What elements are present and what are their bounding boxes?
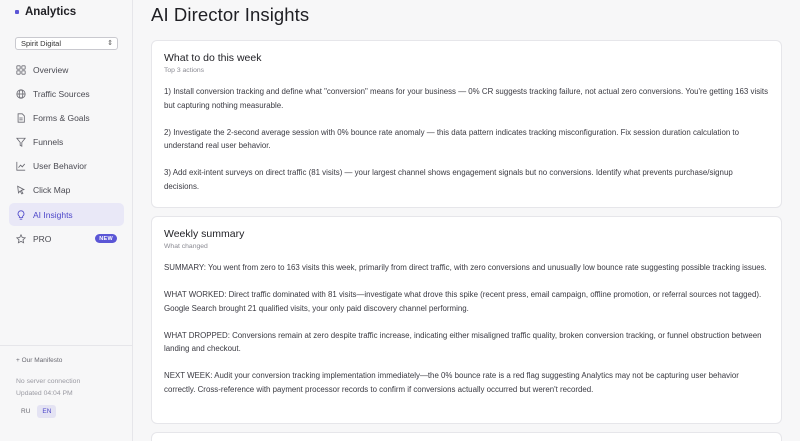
- sidebar-item-label: Funnels: [33, 137, 64, 148]
- sidebar-item-funnels[interactable]: Funnels: [9, 131, 124, 154]
- star-icon: [16, 233, 26, 244]
- brand-logo-icon: [15, 10, 19, 14]
- card-title: What to do this week: [164, 52, 262, 64]
- document-icon: [17, 113, 25, 123]
- connection-status: No server connection Updated 04:04 PM: [16, 376, 80, 400]
- card-body: 1) Install conversion tracking and defin…: [164, 85, 769, 193]
- language-switcher: RU EN: [16, 405, 57, 418]
- chevron-updown-icon: ⇕: [107, 40, 113, 47]
- sidebar-item-label: Forms & Goals: [33, 112, 90, 123]
- todo-card: What to do this week Top 3 actions 1) In…: [151, 40, 782, 208]
- sidebar-item-label: Traffic Sources: [33, 88, 90, 99]
- sidebar-item-label: PRO: [33, 233, 52, 244]
- brand-name: Analytics: [25, 6, 77, 18]
- sidebar-item-pro[interactable]: PRO NEW: [9, 227, 124, 250]
- cursor-icon: [17, 185, 25, 195]
- action-item: 3) Add exit-intent surveys on direct tra…: [164, 168, 733, 191]
- card-subtitle: Top 3 actions: [164, 67, 205, 74]
- action-item: 1) Install conversion tracking and defin…: [164, 87, 769, 110]
- lightbulb-icon: [17, 210, 25, 220]
- page-title: AI Director Insights: [151, 4, 310, 25]
- card-body: SUMMARY: You went from zero to 163 visit…: [164, 261, 769, 396]
- sidebar: Analytics Spirit Digital ⇕ Overview Traf…: [0, 0, 133, 441]
- sidebar-item-click-map[interactable]: Click Map: [9, 179, 124, 202]
- sidebar-item-user-behavior[interactable]: User Behavior: [9, 155, 124, 178]
- site-selector[interactable]: Spirit Digital ⇕: [15, 37, 118, 50]
- updated-time: Updated 04:04 PM: [16, 390, 73, 397]
- sidebar-nav: Overview Traffic Sources Forms & Goals F…: [9, 58, 124, 252]
- lang-en-button[interactable]: EN: [37, 405, 57, 418]
- main-content: AI Director Insights What to do this wee…: [133, 0, 800, 441]
- summary-paragraph: NEXT WEEK: Audit your conversion trackin…: [164, 371, 739, 394]
- summary-paragraph: WHAT WORKED: Direct traffic dominated wi…: [164, 290, 762, 313]
- globe-icon: [16, 89, 26, 99]
- funnel-icon: [16, 137, 26, 147]
- action-item: 2) Investigate the 2-second average sess…: [164, 127, 740, 151]
- weekly-summary-card: Weekly summary What changed SUMMARY: You…: [151, 216, 782, 424]
- connection-text: No server connection: [16, 378, 81, 385]
- site-selector-value: Spirit Digital: [21, 39, 62, 48]
- grid-icon: [16, 64, 26, 75]
- card-subtitle: What changed: [164, 243, 208, 250]
- sidebar-item-traffic-sources[interactable]: Traffic Sources: [9, 82, 124, 105]
- sidebar-divider: [0, 345, 133, 346]
- sidebar-item-forms-goals[interactable]: Forms & Goals: [9, 106, 124, 129]
- lang-ru-button[interactable]: RU: [16, 405, 35, 418]
- sidebar-item-overview[interactable]: Overview: [9, 58, 124, 81]
- manifesto-link[interactable]: + Our Manifesto: [16, 357, 62, 364]
- new-badge: NEW: [95, 234, 117, 244]
- sidebar-item-label: AI Insights: [33, 209, 73, 220]
- sidebar-item-label: Overview: [33, 64, 69, 75]
- sidebar-item-label: Click Map: [33, 185, 71, 196]
- sidebar-item-label: User Behavior: [33, 161, 87, 172]
- brand[interactable]: Analytics: [15, 6, 76, 18]
- summary-paragraph: SUMMARY: You went from zero to 163 visit…: [164, 263, 767, 272]
- sidebar-item-ai-insights[interactable]: AI Insights: [9, 203, 124, 227]
- card-title: Weekly summary: [164, 228, 245, 240]
- next-card: [151, 432, 782, 441]
- line-chart-icon: [16, 162, 26, 171]
- summary-paragraph: WHAT DROPPED: Conversions remain at zero…: [164, 330, 762, 354]
